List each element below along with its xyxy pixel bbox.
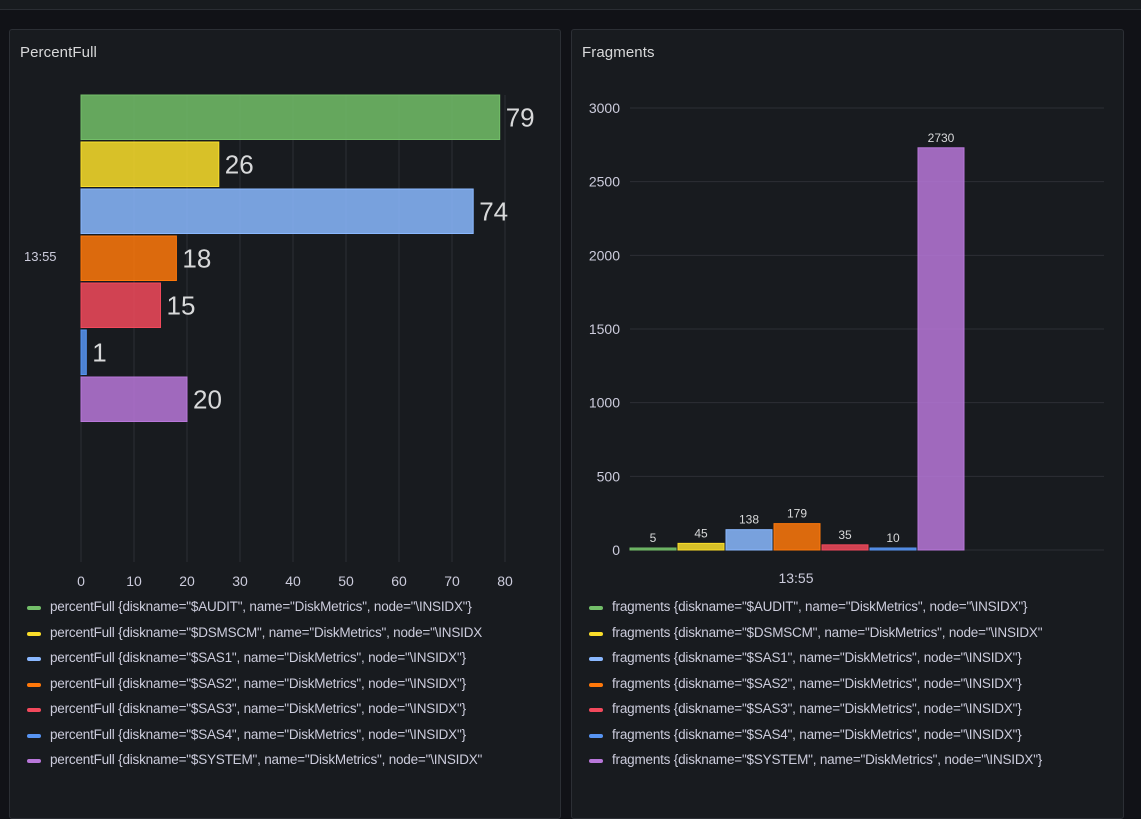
legend-item[interactable]: fragments {diskname="$AUDIT", name="Disk… [572, 595, 1123, 621]
legend-swatch-icon [589, 682, 603, 687]
legend-swatch-icon [589, 631, 603, 636]
legend-label: percentFull {diskname="$SYSTEM", name="D… [50, 752, 483, 767]
legend-swatch-icon [589, 759, 603, 763]
legend-label: fragments {diskname="$SAS2", name="DiskM… [612, 675, 1022, 691]
bar [725, 529, 773, 551]
data-label: 45 [694, 526, 708, 540]
bar [80, 141, 220, 187]
category-label: 13:55 [778, 570, 813, 586]
bar [677, 542, 725, 551]
legend-label: fragments {diskname="$SAS3", name="DiskM… [612, 701, 1022, 716]
data-label: 1 [92, 337, 106, 367]
legend-label: fragments {diskname="$SAS4", name="DiskM… [612, 726, 1022, 742]
legend-swatch-icon [589, 708, 603, 712]
x-tick-label: 80 [497, 573, 513, 589]
legend-swatch-icon [27, 606, 41, 610]
legend-item[interactable]: fragments {diskname="$SYSTEM", name="Dis… [572, 748, 1123, 774]
bar [80, 376, 188, 422]
bar [80, 235, 177, 281]
legend-label: fragments {diskname="$SAS1", name="DiskM… [612, 650, 1022, 665]
fragments-legend: fragments {diskname="$AUDIT", name="Disk… [572, 595, 1123, 774]
bar [80, 188, 474, 234]
legend-swatch-icon [27, 733, 41, 738]
legend-item[interactable]: percentFull {diskname="$AUDIT", name="Di… [10, 595, 560, 621]
data-label: 15 [167, 290, 196, 320]
bar [821, 544, 869, 551]
legend-swatch-icon [589, 606, 603, 610]
x-tick-label: 70 [444, 573, 460, 589]
legend-item[interactable]: percentFull {diskname="$SAS1", name="Dis… [10, 646, 560, 672]
legend-label: percentFull {diskname="$AUDIT", name="Di… [50, 599, 472, 614]
fragments-chart: 0 500 1000 1500 2000 2500 3000 5 45 138 179 35 10 273… [589, 100, 1104, 586]
data-label: 26 [225, 149, 254, 179]
y-tick-label: 3000 [589, 100, 620, 116]
x-tick-label: 30 [232, 573, 248, 589]
percentfull-legend: percentFull {diskname="$AUDIT", name="Di… [10, 595, 560, 774]
category-label: 13:55 [24, 249, 57, 264]
data-label: 18 [182, 243, 211, 273]
legend-item[interactable]: percentFull {diskname="$SYSTEM", name="D… [10, 748, 560, 774]
x-tick-label: 60 [391, 573, 407, 589]
legend-item[interactable]: fragments {diskname="$SAS3", name="DiskM… [572, 697, 1123, 723]
bar [80, 282, 161, 328]
data-label: 79 [506, 102, 535, 132]
y-tick-label: 1000 [589, 395, 620, 411]
x-tick-label: 10 [126, 573, 142, 589]
legend-label: percentFull {diskname="$SAS1", name="Dis… [50, 650, 466, 665]
legend-swatch-icon [27, 657, 41, 661]
data-label: 138 [739, 513, 759, 527]
legend-swatch-icon [589, 733, 603, 738]
top-bar [0, 0, 1141, 10]
legend-item[interactable]: percentFull {diskname="$SAS4", name="Dis… [10, 723, 560, 749]
bar [917, 147, 965, 551]
legend-swatch-icon [589, 657, 603, 661]
legend-swatch-icon [27, 708, 41, 712]
legend-swatch-icon [27, 759, 41, 763]
legend-item[interactable]: percentFull {diskname="$DSMSCM", name="D… [10, 621, 560, 647]
data-label: 2730 [928, 131, 955, 145]
y-tick-label: 0 [612, 542, 620, 558]
percentfull-chart: 0 10 20 30 40 50 60 70 80 79 26 74 18 15 1 20 13:55 [24, 94, 535, 589]
y-tick-label: 2000 [589, 247, 620, 263]
bar [869, 547, 917, 551]
bar [773, 523, 821, 551]
x-tick-label: 40 [285, 573, 301, 589]
x-tick-label: 0 [77, 573, 85, 589]
data-label: 20 [193, 384, 222, 414]
y-tick-label: 1500 [589, 321, 620, 337]
legend-label: percentFull {diskname="$SAS2", name="Dis… [50, 675, 466, 691]
y-tick-label: 2500 [589, 174, 620, 190]
bar [80, 94, 501, 140]
legend-item[interactable]: fragments {diskname="$SAS1", name="DiskM… [572, 646, 1123, 672]
legend-swatch-icon [27, 631, 41, 636]
data-label: 35 [838, 528, 852, 542]
legend-item[interactable]: fragments {diskname="$SAS2", name="DiskM… [572, 672, 1123, 698]
legend-label: fragments {diskname="$AUDIT", name="Disk… [612, 599, 1028, 614]
legend-item[interactable]: percentFull {diskname="$SAS2", name="Dis… [10, 672, 560, 698]
data-label: 179 [787, 507, 807, 521]
data-label: 10 [886, 531, 900, 545]
bar [629, 547, 677, 551]
legend-item[interactable]: fragments {diskname="$SAS4", name="DiskM… [572, 723, 1123, 749]
percentfull-panel: PercentFull 0 10 20 30 40 50 60 70 80 79 26 74 18 15 1… [9, 29, 561, 819]
y-tick-label: 500 [597, 468, 621, 484]
legend-label: percentFull {diskname="$DSMSCM", name="D… [50, 624, 483, 640]
data-label: 74 [479, 196, 508, 226]
legend-label: percentFull {diskname="$SAS4", name="Dis… [50, 726, 466, 742]
x-tick-label: 20 [179, 573, 195, 589]
fragments-panel: Fragments 0 500 1000 1500 2000 2500 3000 5 45 138… [571, 29, 1124, 819]
data-label: 5 [650, 531, 657, 545]
legend-label: percentFull {diskname="$SAS3", name="Dis… [50, 701, 466, 716]
bar [80, 329, 87, 375]
x-tick-label: 50 [338, 573, 354, 589]
legend-label: fragments {diskname="$SYSTEM", name="Dis… [612, 752, 1043, 767]
legend-swatch-icon [27, 682, 41, 687]
legend-label: fragments {diskname="$DSMSCM", name="Dis… [612, 624, 1043, 640]
legend-item[interactable]: fragments {diskname="$DSMSCM", name="Dis… [572, 621, 1123, 647]
legend-item[interactable]: percentFull {diskname="$SAS3", name="Dis… [10, 697, 560, 723]
